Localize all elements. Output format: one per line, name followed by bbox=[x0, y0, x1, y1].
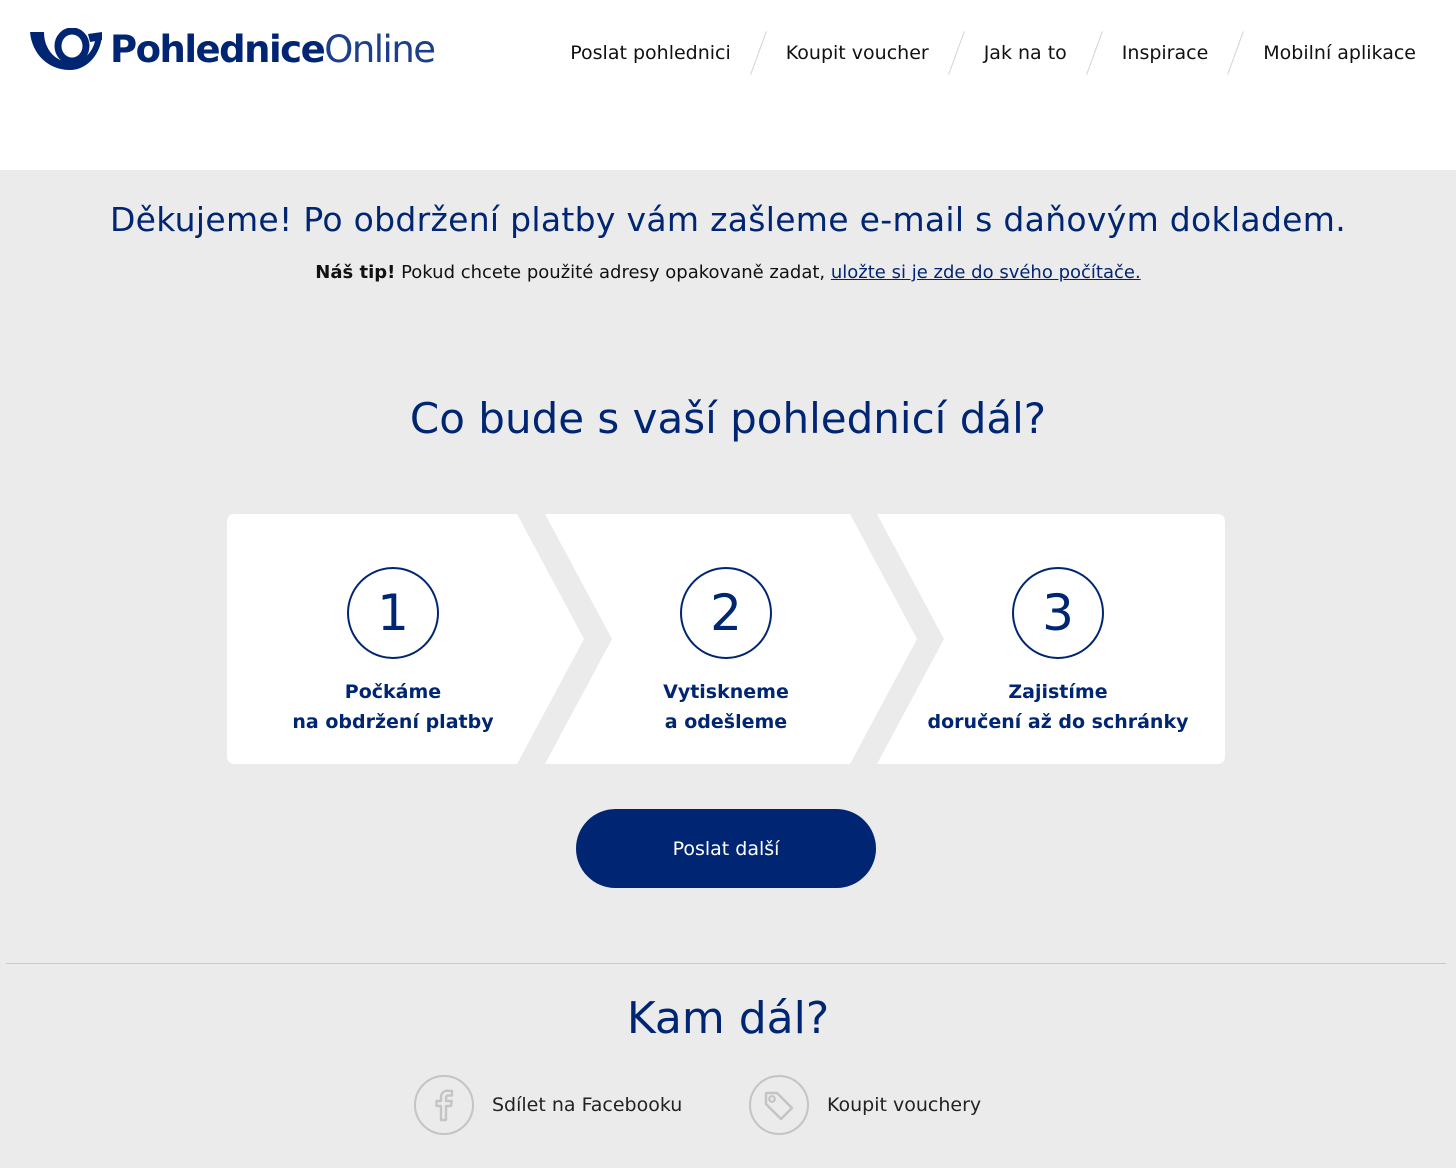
process-title: Co bude s vaší pohlednicí dál? bbox=[409, 394, 1047, 443]
step-number: 3 bbox=[1012, 567, 1104, 659]
section-divider bbox=[6, 963, 1446, 964]
tip-label: Náš tip! bbox=[315, 262, 396, 283]
facebook-icon bbox=[414, 1075, 474, 1135]
step-1: 1 Počkáme na obdržení platby bbox=[253, 514, 533, 764]
nav-item-jak-na-to[interactable]: Jak na to bbox=[984, 42, 1067, 64]
share-facebook-link[interactable]: Sdílet na Facebooku bbox=[414, 1074, 682, 1136]
logo[interactable]: PohledniceOnline bbox=[28, 26, 436, 74]
share-facebook-label: Sdílet na Facebooku bbox=[492, 1094, 683, 1116]
nav-item-poslat-pohlednici[interactable]: Poslat pohlednici bbox=[570, 42, 731, 64]
step-text: Zajistíme doručení až do schránky bbox=[928, 677, 1189, 737]
buy-vouchers-label: Koupit vouchery bbox=[827, 1094, 982, 1116]
step-text-line2: doručení až do schránky bbox=[927, 711, 1189, 733]
process-steps: 1 Počkáme na obdržení platby 2 Vytiskneme… bbox=[227, 514, 1225, 764]
buy-vouchers-link[interactable]: Koupit vouchery bbox=[749, 1074, 981, 1136]
thank-you-heading: Děkujeme! Po obdržení platby vám zašleme… bbox=[109, 200, 1347, 239]
save-addresses-link[interactable]: uložte si je zde do svého počítače. bbox=[831, 262, 1141, 283]
next-links: Sdílet na Facebooku Koupit vouchery bbox=[0, 1074, 1456, 1136]
step-text-line1: Vytiskneme bbox=[663, 681, 789, 703]
step-text-line2: na obdržení platby bbox=[292, 711, 494, 733]
step-number: 2 bbox=[680, 567, 772, 659]
nav-divider bbox=[947, 31, 965, 75]
step-text: Vytiskneme a odešleme bbox=[663, 677, 789, 737]
nav-item-koupit-voucher[interactable]: Koupit voucher bbox=[786, 42, 929, 64]
brand-name-light: Online bbox=[324, 28, 436, 71]
next-title: Kam dál? bbox=[626, 993, 830, 1044]
nav-item-inspirace[interactable]: Inspirace bbox=[1122, 42, 1208, 64]
main-nav: Poslat pohlednici Koupit voucher Jak na … bbox=[570, 28, 1416, 78]
step-text-line1: Zajistíme bbox=[1008, 681, 1108, 703]
nav-divider bbox=[1085, 31, 1103, 75]
tip-text: Pokud chcete použité adresy opakovaně za… bbox=[395, 262, 831, 283]
nav-divider bbox=[1227, 31, 1245, 75]
nav-item-mobilni-aplikace[interactable]: Mobilní aplikace bbox=[1263, 42, 1416, 64]
nav-divider bbox=[749, 31, 767, 75]
tag-icon bbox=[749, 1075, 809, 1135]
step-3: 3 Zajistíme doručení až do schránky bbox=[918, 514, 1198, 764]
brand-name: PohledniceOnline bbox=[110, 26, 436, 74]
step-number: 1 bbox=[347, 567, 439, 659]
step-text: Počkáme na obdržení platby bbox=[292, 677, 493, 737]
step-text-line1: Počkáme bbox=[344, 681, 442, 703]
brand-name-bold: Pohlednice bbox=[110, 28, 326, 71]
step-2: 2 Vytiskneme a odešleme bbox=[586, 514, 866, 764]
tip-line: Náš tip! Pokud chcete použité adresy opa… bbox=[0, 262, 1456, 283]
post-horn-logo-icon bbox=[30, 28, 102, 70]
send-another-button[interactable]: Poslat další bbox=[576, 809, 876, 888]
step-text-line2: a odešleme bbox=[664, 711, 788, 733]
site-header: PohledniceOnline Poslat pohlednici Koupi… bbox=[0, 0, 1456, 170]
